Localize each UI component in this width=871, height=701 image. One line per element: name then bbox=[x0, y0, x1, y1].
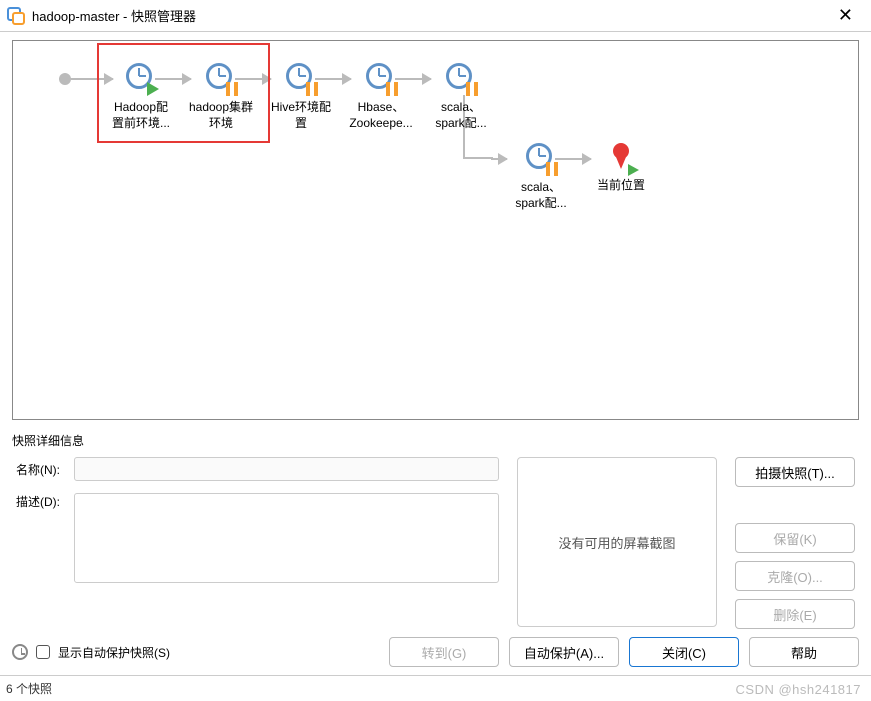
snapshot-label: spark配... bbox=[421, 115, 501, 131]
autoprotect-checkbox-label[interactable]: 显示自动保护快照(S) bbox=[58, 644, 170, 661]
titlebar: hadoop-master - 快照管理器 ✕ bbox=[0, 0, 871, 32]
snapshot-label: 当前位置 bbox=[581, 177, 661, 193]
snapshot-label: scala、 bbox=[501, 179, 581, 195]
bottom-toolbar: 显示自动保护快照(S) 转到(G) 自动保护(A)... 关闭(C) 帮助 bbox=[12, 637, 859, 667]
delete-button[interactable]: 删除(E) bbox=[735, 599, 855, 629]
snapshot-label: spark配... bbox=[501, 195, 581, 211]
name-field[interactable] bbox=[74, 457, 499, 481]
snapshot-label: Hive环境配 bbox=[261, 99, 341, 115]
snapshot-clock-icon bbox=[206, 63, 236, 93]
tree-root-dot bbox=[59, 73, 71, 85]
no-screenshot-text: 没有可用的屏幕截图 bbox=[558, 533, 675, 552]
snapshot-node[interactable]: Hbase、 Zookeepe... bbox=[341, 63, 421, 132]
details-header: 快照详细信息 bbox=[12, 432, 859, 449]
snapshot-label: 置前环境... bbox=[101, 115, 181, 131]
window-title: hadoop-master - 快照管理器 bbox=[32, 6, 196, 25]
help-button[interactable]: 帮助 bbox=[749, 637, 859, 667]
screenshot-thumbnail: 没有可用的屏幕截图 bbox=[517, 457, 717, 627]
close-button[interactable]: 关闭(C) bbox=[629, 637, 739, 667]
snapshot-clock-icon bbox=[286, 63, 316, 93]
take-snapshot-button[interactable]: 拍摄快照(T)... bbox=[735, 457, 855, 487]
snapshot-clock-icon bbox=[526, 143, 556, 173]
current-location-node[interactable]: 当前位置 bbox=[581, 143, 661, 193]
snapshot-node[interactable]: hadoop集群 环境 bbox=[181, 63, 261, 132]
snapshot-node[interactable]: scala、 spark配... bbox=[501, 143, 581, 212]
snapshot-label: 环境 bbox=[181, 115, 261, 131]
snapshot-node[interactable]: Hadoop配 置前环境... bbox=[101, 63, 181, 132]
snapshot-clock-icon bbox=[446, 63, 476, 93]
location-pin-icon bbox=[606, 143, 636, 173]
keep-button[interactable]: 保留(K) bbox=[735, 523, 855, 553]
description-field[interactable] bbox=[74, 493, 499, 583]
snapshot-label: 置 bbox=[261, 115, 341, 131]
snapshot-tree[interactable]: Hadoop配 置前环境... hadoop集群 环境 Hive环境配 置 Hb… bbox=[12, 40, 859, 420]
app-icon bbox=[6, 6, 26, 26]
snapshot-count: 6 个快照 bbox=[6, 680, 52, 697]
snapshot-label: hadoop集群 bbox=[181, 99, 261, 115]
snapshot-label: Zookeepe... bbox=[341, 115, 421, 131]
autoprotect-checkbox[interactable] bbox=[36, 645, 50, 659]
goto-button[interactable]: 转到(G) bbox=[389, 637, 499, 667]
snapshot-node[interactable]: scala、 spark配... bbox=[421, 63, 501, 132]
snapshot-label: Hbase、 bbox=[341, 99, 421, 115]
snapshot-label: Hadoop配 bbox=[101, 99, 181, 115]
clone-button[interactable]: 克隆(O)... bbox=[735, 561, 855, 591]
watermark: CSDN @hsh241817 bbox=[736, 682, 861, 697]
name-label: 名称(N): bbox=[16, 461, 68, 478]
description-label: 描述(D): bbox=[16, 493, 68, 510]
close-icon[interactable]: ✕ bbox=[828, 3, 863, 28]
snapshot-clock-icon bbox=[366, 63, 396, 93]
snapshot-node[interactable]: Hive环境配 置 bbox=[261, 63, 341, 132]
snapshot-clock-icon bbox=[126, 63, 156, 93]
snapshot-details: 快照详细信息 名称(N): 描述(D): 没有可用的屏幕截图 拍摄快照(T)..… bbox=[12, 428, 859, 629]
autoprotect-button[interactable]: 自动保护(A)... bbox=[509, 637, 619, 667]
clock-icon bbox=[12, 644, 28, 660]
snapshot-label: scala、 bbox=[421, 99, 501, 115]
